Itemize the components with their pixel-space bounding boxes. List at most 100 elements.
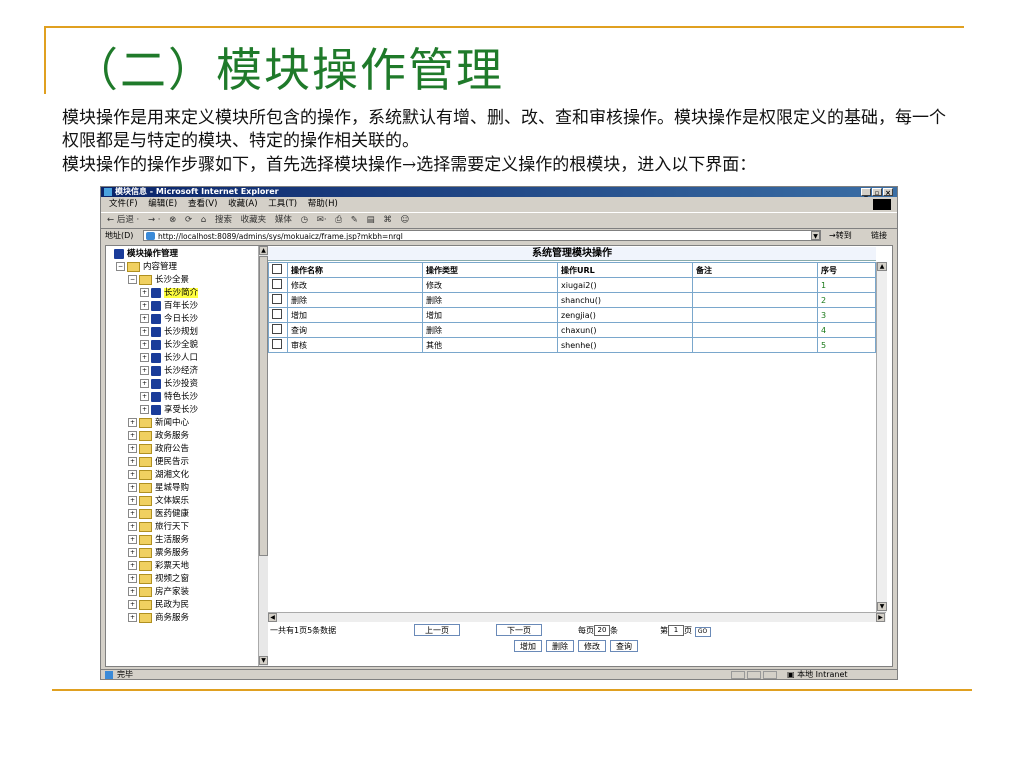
- row-select-cell[interactable]: [268, 292, 288, 308]
- go-button[interactable]: →转到: [829, 229, 852, 243]
- collapse-icon[interactable]: −: [116, 262, 125, 271]
- expand-icon[interactable]: +: [140, 288, 149, 297]
- expand-icon[interactable]: +: [140, 301, 149, 310]
- row-checkbox[interactable]: [272, 309, 282, 319]
- table-row[interactable]: 增加 增加 zengjia() 3: [268, 307, 876, 323]
- mail-icon[interactable]: ✉·: [317, 215, 327, 225]
- expand-icon[interactable]: +: [128, 444, 137, 453]
- expand-icon[interactable]: +: [128, 457, 137, 466]
- menu-view[interactable]: 查看(V): [188, 199, 217, 209]
- tree-node-section[interactable]: + 视频之窗: [128, 573, 189, 586]
- expand-icon[interactable]: +: [128, 418, 137, 427]
- per-page-input[interactable]: 20: [594, 625, 610, 636]
- scroll-down-icon[interactable]: ▼: [259, 656, 268, 665]
- page-input[interactable]: 1: [668, 625, 684, 636]
- expand-icon[interactable]: +: [128, 470, 137, 479]
- select-all-cell[interactable]: [268, 262, 288, 278]
- tree-node-content[interactable]: − 内容管理: [116, 261, 177, 274]
- scroll-up-icon[interactable]: ▲: [877, 262, 887, 271]
- tree-node-section[interactable]: + 湖湘文化: [128, 469, 189, 482]
- tree-node-child[interactable]: + 长沙规划: [140, 326, 198, 339]
- scroll-left-icon[interactable]: ◀: [268, 613, 277, 622]
- expand-icon[interactable]: +: [128, 431, 137, 440]
- expand-icon[interactable]: +: [128, 483, 137, 492]
- expand-icon[interactable]: +: [140, 314, 149, 323]
- search-button[interactable]: 搜索: [215, 215, 232, 225]
- query-button[interactable]: 查询: [610, 640, 638, 652]
- discuss-icon[interactable]: ▤: [367, 215, 375, 225]
- table-row[interactable]: 删除 删除 shanchu() 2: [268, 292, 876, 308]
- row-select-cell[interactable]: [268, 322, 288, 338]
- collapse-icon[interactable]: −: [128, 275, 137, 284]
- expand-icon[interactable]: +: [140, 366, 149, 375]
- tree-node-section[interactable]: + 文体娱乐: [128, 495, 189, 508]
- tree-root[interactable]: 模块操作管理: [114, 248, 178, 261]
- minimize-button[interactable]: _: [861, 188, 871, 197]
- expand-icon[interactable]: +: [140, 353, 149, 362]
- expand-icon[interactable]: +: [128, 496, 137, 505]
- tree-node-child[interactable]: + 享受长沙: [140, 404, 198, 417]
- favorites-button[interactable]: 收藏夹: [241, 215, 267, 225]
- row-checkbox[interactable]: [272, 324, 282, 334]
- tree-node-section[interactable]: + 便民告示: [128, 456, 189, 469]
- expand-icon[interactable]: +: [128, 561, 137, 570]
- tree-node-child[interactable]: + 今日长沙: [140, 313, 198, 326]
- table-row[interactable]: 修改 修改 xiugai2() 1: [268, 277, 876, 293]
- expand-icon[interactable]: +: [128, 548, 137, 557]
- home-icon[interactable]: ⌂: [201, 215, 206, 225]
- scroll-down-icon[interactable]: ▼: [877, 602, 887, 611]
- tree-scrollbar[interactable]: ▲ ▼: [258, 246, 268, 666]
- row-checkbox[interactable]: [272, 279, 282, 289]
- refresh-icon[interactable]: ⟳: [185, 215, 192, 225]
- next-page-button[interactable]: 下一页: [496, 624, 542, 636]
- row-checkbox[interactable]: [272, 339, 282, 349]
- tree-node-section[interactable]: + 旅行天下: [128, 521, 189, 534]
- table-row[interactable]: 审核 其他 shenhe() 5: [268, 337, 876, 353]
- tree-node-section[interactable]: + 商务服务: [128, 612, 189, 625]
- scroll-right-icon[interactable]: ▶: [876, 613, 885, 622]
- tree-node-section[interactable]: + 彩票天地: [128, 560, 189, 573]
- tree-node-section[interactable]: + 新闻中心: [128, 417, 189, 430]
- edit-icon[interactable]: ✎: [351, 215, 358, 225]
- prev-page-button[interactable]: 上一页: [414, 624, 460, 636]
- table-horizontal-scrollbar[interactable]: ◀ ▶: [268, 612, 886, 622]
- table-vertical-scrollbar[interactable]: ▲ ▼: [876, 262, 887, 612]
- menu-edit[interactable]: 编辑(E): [148, 199, 177, 209]
- restore-button[interactable]: ▫: [872, 188, 882, 197]
- address-dropdown-icon[interactable]: ▼: [811, 231, 820, 240]
- close-button[interactable]: ×: [883, 188, 893, 197]
- tree-node-group[interactable]: − 长沙全景: [128, 274, 189, 287]
- row-select-cell[interactable]: [268, 277, 288, 293]
- links-button[interactable]: 链接: [871, 229, 887, 243]
- tree-node-section[interactable]: + 星城导购: [128, 482, 189, 495]
- expand-icon[interactable]: +: [128, 535, 137, 544]
- table-row[interactable]: 查询 删除 chaxun() 4: [268, 322, 876, 338]
- stop-icon[interactable]: ⊗: [169, 215, 176, 225]
- select-all-checkbox[interactable]: [272, 264, 282, 274]
- tree-node-section[interactable]: + 政务服务: [128, 430, 189, 443]
- delete-button[interactable]: 删除: [546, 640, 574, 652]
- forward-button[interactable]: → ·: [148, 215, 161, 225]
- expand-icon[interactable]: +: [128, 600, 137, 609]
- scroll-up-icon[interactable]: ▲: [259, 246, 268, 255]
- tree-node-section[interactable]: + 医药健康: [128, 508, 189, 521]
- expand-icon[interactable]: +: [140, 340, 149, 349]
- tree-node-child[interactable]: + 百年长沙: [140, 300, 198, 313]
- tree-node-section[interactable]: + 政府公告: [128, 443, 189, 456]
- back-button[interactable]: ← 后退 ·: [107, 215, 139, 225]
- tree-node-child[interactable]: + 长沙全貌: [140, 339, 198, 352]
- expand-icon[interactable]: +: [128, 509, 137, 518]
- go-page-button[interactable]: GO: [694, 627, 711, 637]
- research-icon[interactable]: ⌘: [383, 215, 392, 225]
- expand-icon[interactable]: +: [140, 379, 149, 388]
- expand-icon[interactable]: +: [128, 613, 137, 622]
- print-icon[interactable]: ⎙: [335, 215, 342, 225]
- row-checkbox[interactable]: [272, 294, 282, 304]
- expand-icon[interactable]: +: [128, 522, 137, 531]
- tree-node-child[interactable]: + 长沙人口: [140, 352, 198, 365]
- row-select-cell[interactable]: [268, 337, 288, 353]
- tree-node-child[interactable]: + 长沙经济: [140, 365, 198, 378]
- tree-node-section[interactable]: + 票务服务: [128, 547, 189, 560]
- menu-favorites[interactable]: 收藏(A): [228, 199, 257, 209]
- expand-icon[interactable]: +: [128, 587, 137, 596]
